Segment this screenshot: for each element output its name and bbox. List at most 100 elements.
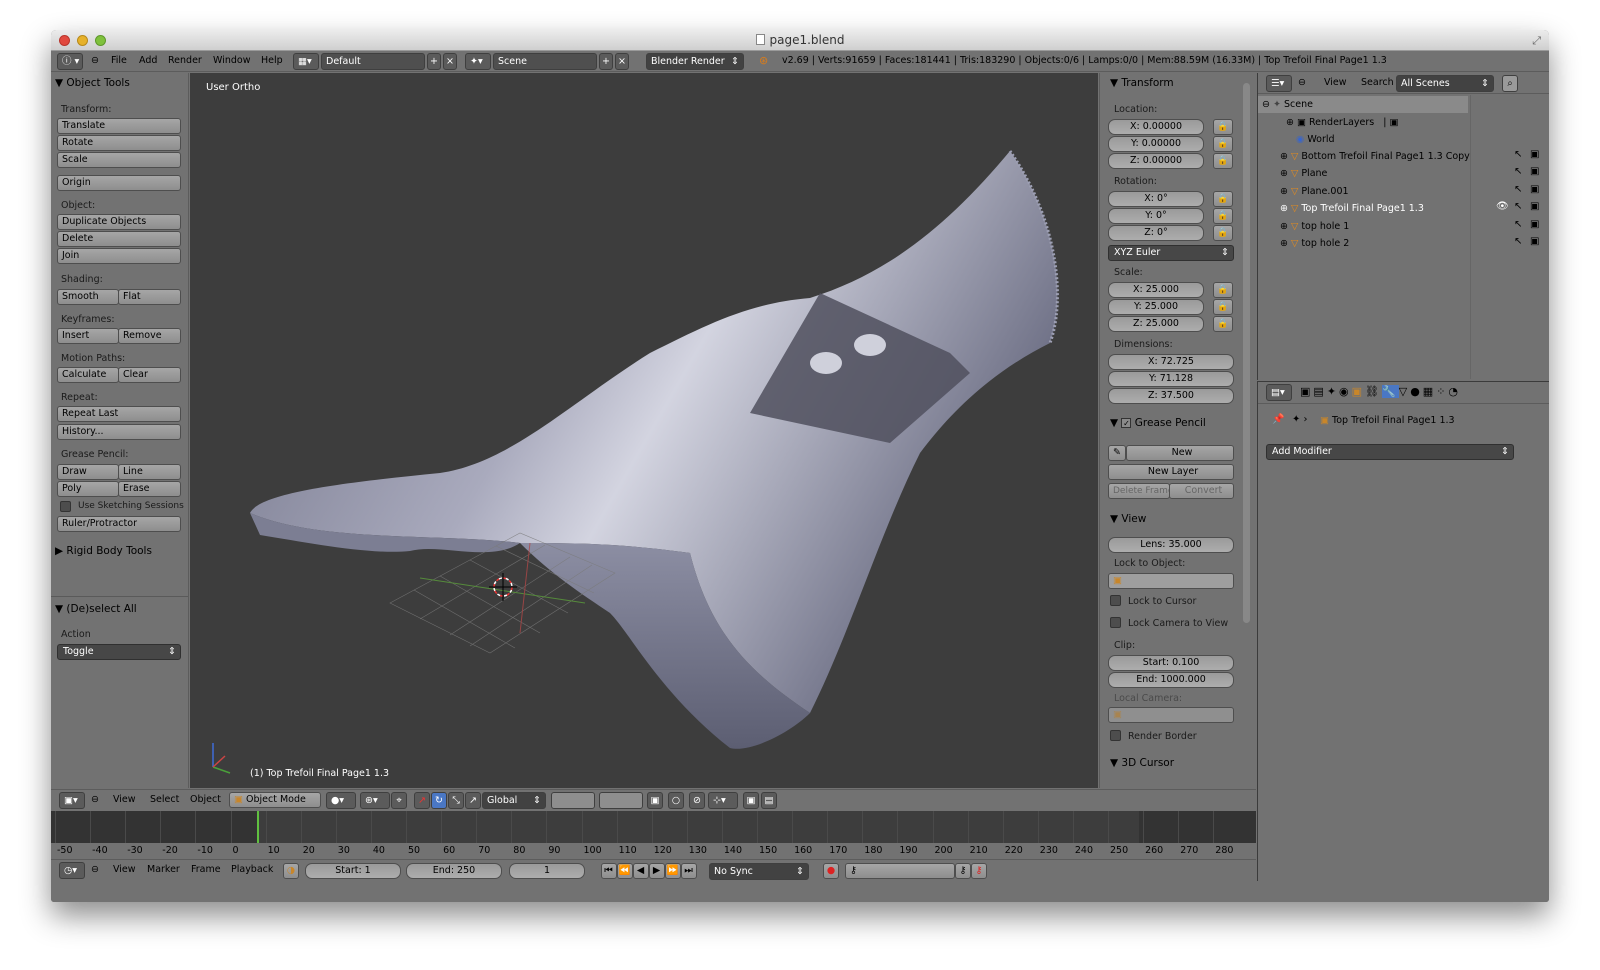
lock-layers-icon[interactable]: ▣ [647, 792, 663, 809]
viewport-shading-select[interactable]: ●▾ [326, 792, 356, 809]
lock-camera-checkbox[interactable] [1110, 617, 1121, 628]
scale-button[interactable]: Scale [57, 152, 181, 168]
layout-field[interactable]: Default [321, 53, 425, 70]
constraints-tab-icon[interactable]: ⛓ [1365, 385, 1382, 398]
clip-end-field[interactable]: End: 1000.000 [1108, 672, 1234, 688]
modifier-tab-icon[interactable]: 🔧 [1382, 385, 1399, 398]
collapse-icon[interactable]: ⊖ [1298, 77, 1306, 88]
join-button[interactable]: Join [57, 248, 181, 264]
select-arrow-icon[interactable]: ↖ [1514, 201, 1522, 212]
lock-location-x-icon[interactable]: 🔒 [1213, 119, 1233, 135]
timeline-view-menu[interactable]: View [113, 864, 136, 875]
scene-tab-icon[interactable]: ✦ [1327, 385, 1339, 398]
outliner-item-top-hole-1[interactable]: ⊕ ▽ top hole 1 [1258, 218, 1468, 235]
manipulator-icon[interactable]: ⌖ [391, 792, 407, 809]
poly-button[interactable]: Poly [57, 481, 119, 497]
current-frame-field[interactable]: 1 [509, 863, 585, 879]
add-modifier-select[interactable]: Add Modifier ⇕ [1266, 444, 1514, 460]
outliner-item-renderlayers[interactable]: ⊕ ▣ RenderLayers | ▣ [1258, 114, 1468, 131]
fullscreen-icon[interactable]: ⤢ [1532, 34, 1541, 48]
render-animation-icon[interactable]: ▤ [761, 792, 777, 809]
frame-menu[interactable]: Frame [191, 864, 221, 875]
marker-menu[interactable]: Marker [147, 864, 180, 875]
remove-scene-icon[interactable]: × [615, 53, 629, 70]
rotate-manipulator-icon[interactable]: ↻ [431, 792, 447, 809]
object-tools-header[interactable]: ▼ Object Tools [55, 77, 130, 89]
layers-grid-2[interactable] [599, 792, 643, 809]
sketching-sessions-checkbox[interactable] [60, 501, 71, 512]
jump-start-icon[interactable]: ⏮ [601, 863, 617, 879]
lock-location-y-icon[interactable]: 🔒 [1213, 136, 1233, 152]
snap-icon[interactable]: ⊘ [689, 792, 705, 809]
origin-button[interactable]: Origin [57, 175, 181, 191]
layers-tab-icon[interactable]: ▤ [1313, 385, 1326, 398]
rotation-y-field[interactable]: Y: 0° [1108, 208, 1204, 224]
render-camera-icon[interactable]: ▣ [1530, 201, 1539, 212]
pencil-icon[interactable]: ✎ [1108, 445, 1126, 461]
local-camera-field[interactable]: ▣ [1108, 707, 1234, 723]
pivot-point-select[interactable]: ⊛▾ [360, 792, 390, 809]
physics-tab-icon[interactable]: ◔ [1448, 385, 1461, 398]
view-menu[interactable]: View [113, 794, 136, 805]
insert-keyframe-icon[interactable]: ⚷ [955, 863, 971, 879]
scene-icon[interactable]: ✦▾ [465, 53, 491, 70]
new-grease-pencil-button[interactable]: New [1126, 445, 1234, 461]
object-tab-icon[interactable]: ▣ [1352, 385, 1365, 398]
outliner-item-top-hole-2[interactable]: ⊕ ▽ top hole 2 [1258, 235, 1468, 252]
3d-viewport[interactable]: User Ortho (1) Top Trefoil Final Page1 1… [190, 73, 1098, 788]
clip-start-field[interactable]: Start: 0.100 [1108, 655, 1234, 671]
select-arrow-icon[interactable]: ↖ [1514, 166, 1522, 177]
insert-keyframe-button[interactable]: Insert [57, 328, 119, 344]
end-frame-field[interactable]: End: 250 [406, 863, 502, 879]
start-frame-field[interactable]: Start: 1 [305, 863, 401, 879]
properties-context-tabs[interactable]: ▣▤✦◉▣⛓🔧▽●▦⁘◔ [1300, 385, 1461, 398]
lock-scale-z-icon[interactable]: 🔒 [1213, 316, 1233, 332]
mode-select[interactable]: ▣ Object Mode [229, 792, 321, 808]
play-reverse-icon[interactable]: ◀ [633, 863, 649, 879]
timeline-editor-type-button[interactable]: ◷▾ [59, 862, 85, 879]
layers-grid-1[interactable] [551, 792, 595, 809]
grease-pencil-checkbox[interactable]: ✓ [1121, 418, 1132, 428]
history-button[interactable]: History... [57, 424, 181, 440]
pin-icon[interactable]: 📌 [1272, 414, 1284, 425]
preview-range-icon[interactable]: ◑ [283, 863, 299, 879]
rotation-x-field[interactable]: X: 0° [1108, 191, 1204, 207]
keying-set-field[interactable]: ⚷ [845, 863, 955, 879]
lock-object-field[interactable]: ▣ [1108, 573, 1234, 589]
menu-window[interactable]: Window [213, 55, 250, 66]
select-arrow-icon[interactable]: ↖ [1514, 149, 1522, 160]
select-menu[interactable]: Select [150, 794, 179, 805]
collapse-icon[interactable]: ⊖ [91, 55, 99, 66]
select-arrow-icon[interactable]: ↖ [1514, 236, 1522, 247]
lock-scale-y-icon[interactable]: 🔒 [1213, 299, 1233, 315]
translate-manipulator-icon[interactable]: ↗ [414, 792, 430, 809]
lens-field[interactable]: Lens: 35.000 [1108, 537, 1234, 553]
render-engine-select[interactable]: Blender Render ⇕ [646, 53, 744, 70]
render-camera-icon[interactable]: ▣ [1530, 236, 1539, 247]
add-layout-icon[interactable]: + [427, 53, 441, 70]
collapse-icon[interactable]: ⊖ [91, 794, 99, 805]
outliner-item-plane[interactable]: ⊕ ▽ Plane [1258, 165, 1468, 182]
add-scene-icon[interactable]: + [599, 53, 613, 70]
flat-button[interactable]: Flat [118, 289, 181, 305]
render-camera-icon[interactable]: ▣ [1530, 184, 1539, 195]
info-editor-type-button[interactable]: ⓘ ▾ [57, 53, 83, 70]
render-camera-icon[interactable]: ▣ [1530, 166, 1539, 177]
outliner-item-world[interactable]: ◉ World [1258, 131, 1468, 148]
grease-pencil-panel-header[interactable]: ▼ ✓ Grease Pencil [1110, 417, 1206, 429]
menu-render[interactable]: Render [168, 55, 202, 66]
timeline[interactable]: -50 -40 -30 -20 -10 0 10 20 30 40 50 60 70 80 90 100 110… [51, 811, 1256, 859]
3d-cursor-panel-header[interactable]: ▼ 3D Cursor [1110, 757, 1174, 769]
scene-field[interactable]: Scene [493, 53, 597, 70]
lock-scale-x-icon[interactable]: 🔒 [1213, 282, 1233, 298]
rotation-mode-select[interactable]: XYZ Euler ⇕ [1108, 245, 1234, 261]
delete-frame-button[interactable]: Delete Frame [1108, 483, 1170, 499]
translate-button[interactable]: Translate [57, 118, 181, 134]
scale-y-field[interactable]: Y: 25.000 [1108, 299, 1204, 315]
outliner-item-scene[interactable]: ⊖ ✦ Scene [1258, 96, 1468, 113]
record-icon[interactable]: ● [823, 863, 839, 879]
remove-keyframe-button[interactable]: Remove [118, 328, 181, 344]
jump-end-icon[interactable]: ⏭ [681, 863, 697, 879]
select-arrow-icon[interactable]: ↖ [1514, 219, 1522, 230]
transform-orientation-select[interactable]: Global ⇕ [482, 792, 546, 809]
